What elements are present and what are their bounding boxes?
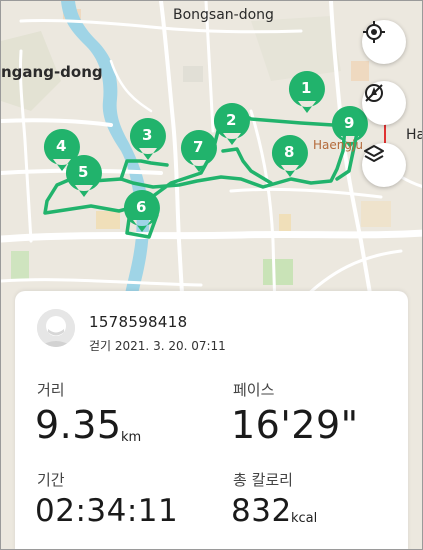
- waypoint-8[interactable]: 8: [284, 143, 294, 161]
- waypoint-9[interactable]: 9: [344, 114, 354, 132]
- pace-value: 16'29": [231, 403, 359, 447]
- layers-icon: [364, 145, 384, 162]
- rotate-button[interactable]: [362, 81, 406, 125]
- map-canvas: [1, 1, 422, 311]
- pace-label: 페이스: [233, 381, 275, 399]
- route-map[interactable]: 1 2 3 4 5 6 7 8 9 Bongsan-dong ngang-don…: [1, 1, 422, 311]
- calories-label: 총 칼로리: [233, 471, 293, 489]
- compass-off-icon: [365, 84, 383, 102]
- duration-value: 02:34:11: [35, 493, 179, 529]
- layers-button[interactable]: [362, 143, 406, 187]
- distance-value: 9.35: [35, 403, 122, 447]
- area-label-right: Ha: [406, 127, 422, 143]
- user-id: 1578598418: [89, 313, 188, 331]
- distance-unit: km: [121, 430, 142, 445]
- waypoint-4[interactable]: 4: [56, 137, 66, 155]
- activity-summary-card: 1578598418 걷기 2021. 3. 20. 07:11 거리 9.35…: [15, 291, 408, 549]
- waypoint-1[interactable]: 1: [301, 79, 311, 97]
- locate-button[interactable]: [362, 20, 406, 64]
- waypoint-6[interactable]: 6: [136, 198, 146, 216]
- duration-label: 기간: [37, 471, 65, 489]
- app-screen: 1 2 3 4 5 6 7 8 9 Bongsan-dong ngang-don…: [0, 0, 423, 550]
- activity-date: 걷기 2021. 3. 20. 07:11: [89, 339, 226, 353]
- waypoint-3[interactable]: 3: [142, 126, 152, 144]
- waypoint-2[interactable]: 2: [226, 111, 236, 129]
- waypoint-7[interactable]: 7: [193, 138, 203, 156]
- station-label: Haengju: [313, 138, 363, 152]
- avatar[interactable]: [37, 309, 75, 347]
- crosshair-icon: [363, 21, 385, 43]
- waypoint-5[interactable]: 5: [78, 163, 88, 181]
- area-label-bongsan: Bongsan-dong: [173, 7, 274, 23]
- calories-unit: kcal: [291, 511, 318, 526]
- user-avatar-icon: [37, 309, 75, 347]
- area-label-left: ngang-dong: [1, 63, 103, 81]
- calories-value: 832: [231, 493, 292, 529]
- distance-label: 거리: [37, 381, 65, 399]
